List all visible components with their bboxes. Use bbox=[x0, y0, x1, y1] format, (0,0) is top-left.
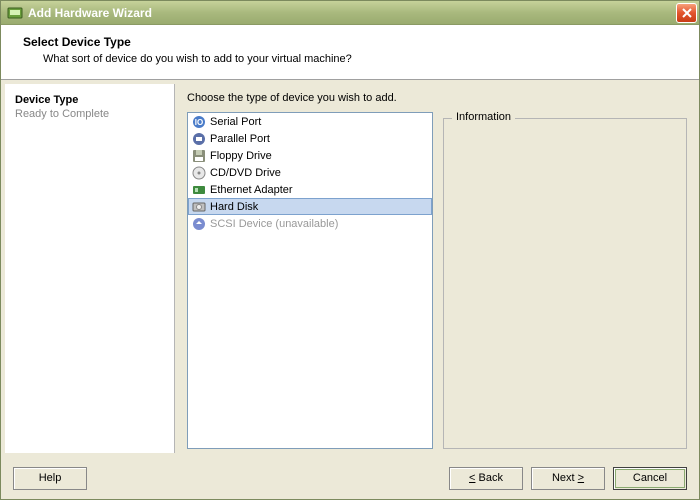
device-label: Parallel Port bbox=[210, 133, 270, 145]
wizard-window: Add Hardware Wizard Select Device Type W… bbox=[0, 0, 700, 500]
wizard-main: Choose the type of device you wish to ad… bbox=[175, 80, 699, 457]
hdd-icon bbox=[191, 199, 207, 215]
parallel-port-icon bbox=[191, 131, 207, 147]
scsi-icon bbox=[191, 216, 207, 232]
help-button[interactable]: Help bbox=[13, 467, 87, 490]
titlebar: Add Hardware Wizard bbox=[1, 1, 699, 25]
device-parallel-port[interactable]: Parallel Port bbox=[188, 130, 432, 147]
panes: IO Serial Port Parallel Port bbox=[187, 112, 687, 449]
cancel-button[interactable]: Cancel bbox=[613, 467, 687, 490]
device-serial-port[interactable]: IO Serial Port bbox=[188, 113, 432, 130]
close-button[interactable] bbox=[676, 3, 697, 23]
device-label: SCSI Device (unavailable) bbox=[210, 218, 338, 230]
nic-icon bbox=[191, 182, 207, 198]
device-cddvd-drive[interactable]: CD/DVD Drive bbox=[188, 164, 432, 181]
back-button[interactable]: < Back bbox=[449, 467, 523, 490]
window-title: Add Hardware Wizard bbox=[28, 6, 676, 20]
information-legend: Information bbox=[452, 111, 515, 123]
cd-icon bbox=[191, 165, 207, 181]
floppy-icon bbox=[191, 148, 207, 164]
app-icon bbox=[7, 5, 23, 21]
device-floppy-drive[interactable]: Floppy Drive bbox=[188, 147, 432, 164]
step-device-type[interactable]: Device Type bbox=[15, 94, 164, 106]
device-label: Ethernet Adapter bbox=[210, 184, 293, 196]
serial-port-icon: IO bbox=[191, 114, 207, 130]
wizard-header: Select Device Type What sort of device d… bbox=[1, 25, 699, 80]
wizard-steps-sidebar: Device Type Ready to Complete bbox=[5, 84, 175, 453]
header-title: Select Device Type bbox=[23, 35, 683, 49]
header-subtitle: What sort of device do you wish to add t… bbox=[43, 53, 683, 65]
device-type-list[interactable]: IO Serial Port Parallel Port bbox=[187, 112, 433, 449]
device-label: Hard Disk bbox=[210, 201, 258, 213]
device-scsi-device: SCSI Device (unavailable) bbox=[188, 215, 432, 232]
device-label: Serial Port bbox=[210, 116, 261, 128]
device-hard-disk[interactable]: Hard Disk bbox=[188, 198, 432, 215]
device-label: CD/DVD Drive bbox=[210, 167, 281, 179]
next-button[interactable]: Next > bbox=[531, 467, 605, 490]
wizard-body: Device Type Ready to Complete Choose the… bbox=[1, 80, 699, 457]
information-panel: Information bbox=[443, 118, 687, 449]
wizard-footer: Help < Back Next > Cancel bbox=[1, 457, 699, 499]
device-ethernet-adapter[interactable]: Ethernet Adapter bbox=[188, 181, 432, 198]
svg-text:IO: IO bbox=[195, 118, 203, 127]
device-label: Floppy Drive bbox=[210, 150, 272, 162]
step-ready-to-complete[interactable]: Ready to Complete bbox=[15, 108, 164, 120]
prompt-text: Choose the type of device you wish to ad… bbox=[187, 92, 687, 104]
